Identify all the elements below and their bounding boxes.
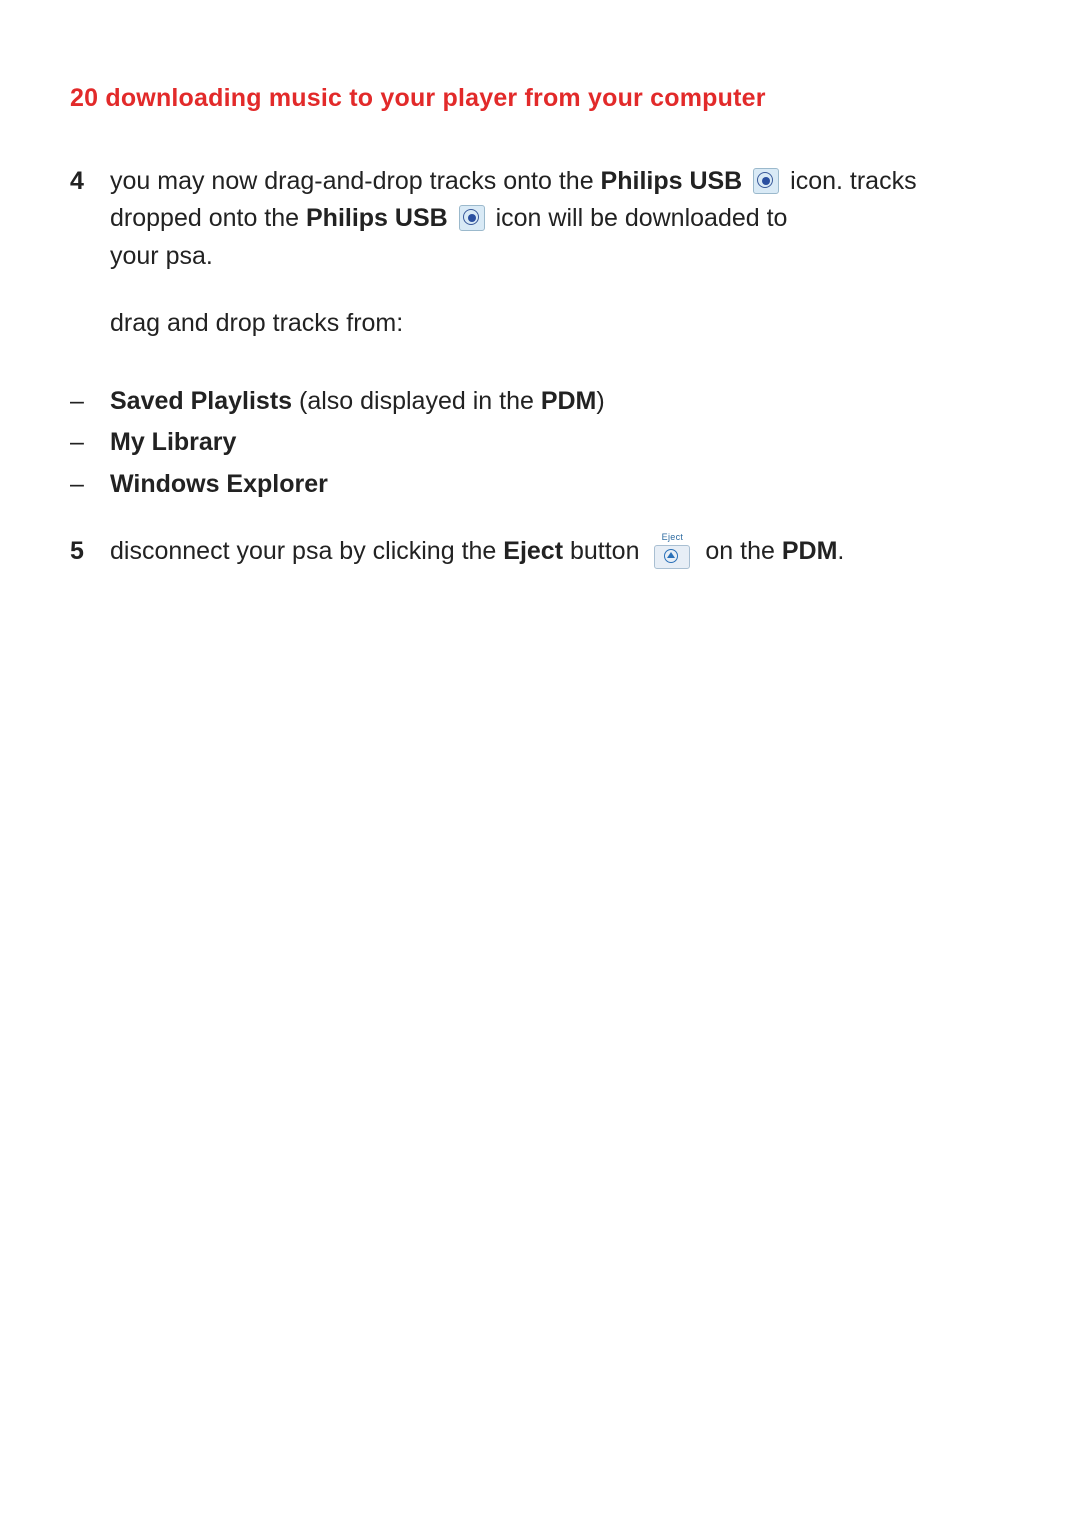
- step-number: 5: [70, 533, 110, 571]
- pdm-label: PDM: [782, 537, 838, 565]
- step-5: 5 disconnect your psa by clicking the Ej…: [70, 533, 1010, 581]
- text: on the: [705, 537, 781, 565]
- philips-usb-label: Philips USB: [601, 167, 743, 195]
- label: My Library: [110, 428, 236, 456]
- dash: –: [70, 424, 110, 462]
- text: icon will be downloaded to: [496, 204, 788, 232]
- step-4: 4 you may now drag-and-drop tracks onto …: [70, 163, 1010, 373]
- list-item: – My Library: [70, 424, 1010, 462]
- label: Saved Playlists: [110, 387, 292, 415]
- text: .: [837, 537, 844, 565]
- step-number: 4: [70, 163, 110, 201]
- manual-page: 20 downloading music to your player from…: [0, 0, 1080, 581]
- dash: –: [70, 466, 110, 504]
- pdm-label: PDM: [541, 387, 597, 415]
- text: you may now drag-and-drop tracks onto th…: [110, 167, 601, 195]
- philips-usb-icon: [753, 168, 779, 194]
- philips-usb-label: Philips USB: [306, 204, 448, 232]
- text: button: [563, 537, 646, 565]
- text: ): [596, 387, 604, 415]
- dash: –: [70, 383, 110, 421]
- text: disconnect your psa by clicking the: [110, 537, 503, 565]
- eject-icon-caption: Eject: [652, 533, 692, 542]
- eject-label-bold: Eject: [503, 537, 563, 565]
- eject-icon: [654, 545, 690, 569]
- list-item: – Saved Playlists (also displayed in the…: [70, 383, 1010, 421]
- step-body: disconnect your psa by clicking the Ejec…: [110, 533, 1010, 581]
- section-heading: 20 downloading music to your player from…: [70, 80, 1010, 118]
- text: your psa.: [110, 238, 1010, 276]
- eject-button-icon: Eject: [652, 533, 692, 581]
- label: Windows Explorer: [110, 470, 328, 498]
- list-item: – Windows Explorer: [70, 466, 1010, 504]
- text: drag and drop tracks from:: [110, 305, 1010, 343]
- text: (also displayed in the: [292, 387, 541, 415]
- source-list: – Saved Playlists (also displayed in the…: [70, 383, 1010, 504]
- philips-usb-icon: [459, 205, 485, 231]
- step-body: you may now drag-and-drop tracks onto th…: [110, 163, 1010, 373]
